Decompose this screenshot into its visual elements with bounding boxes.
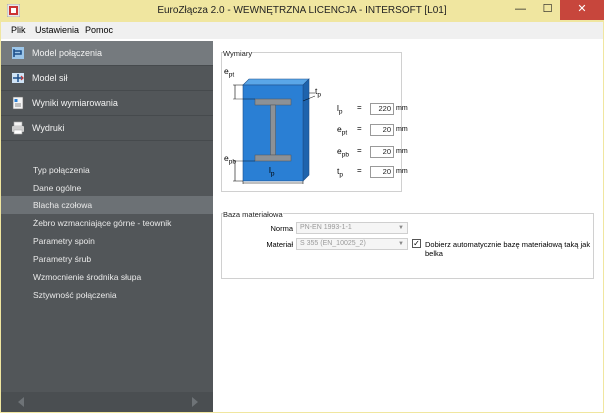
material-select[interactable]: S 355 (EN_10025_2) ▼	[296, 238, 408, 250]
ept-label: ept	[337, 124, 348, 137]
sidebar-subitem-label: Dane ogólne	[33, 183, 82, 193]
sidebar-item-label: Model połączenia	[32, 48, 103, 58]
sidebar-subitem-zebro[interactable]: Żebro wzmacniające górne - teownik	[1, 214, 213, 232]
tp-diagram-label: tp	[315, 86, 321, 99]
equals-sign: =	[357, 103, 362, 112]
main-panel: Wymiary ept epb tp lp lp = 220 mm ept = …	[213, 41, 603, 412]
sidebar-item-model-polaczenia[interactable]: Model połączenia	[1, 41, 213, 65]
equals-sign: =	[357, 124, 362, 133]
tp-unit: mm	[396, 168, 408, 175]
dimensions-group-label: Wymiary	[223, 49, 253, 58]
epb-diagram-label: epb	[224, 153, 236, 166]
lp-diagram-label: lp	[269, 165, 275, 178]
sidebar-subitem-typ-polaczenia[interactable]: Typ połączenia	[1, 161, 213, 179]
epb-label: epb	[337, 146, 349, 159]
menu-pomoc[interactable]: Pomoc	[85, 25, 113, 35]
norma-value: PN-EN 1993-1-1	[300, 224, 352, 231]
arrow-right-icon[interactable]	[189, 396, 201, 408]
sidebar-subitem-label: Blacha czołowa	[33, 200, 93, 210]
forces-model-icon	[12, 73, 24, 83]
sidebar-subitem-dane-ogolne[interactable]: Dane ogólne	[1, 179, 213, 197]
results-icon	[12, 96, 24, 110]
sidebar-item-label: Model sił	[32, 73, 68, 83]
sidebar-subitem-parametry-srub[interactable]: Parametry śrub	[1, 250, 213, 268]
sidebar-item-label: Wydruki	[32, 123, 65, 133]
sidebar-nav-bar	[1, 392, 213, 412]
sidebar-item-wyniki[interactable]: Wyniki wymiarowania	[1, 91, 213, 115]
tp-input[interactable]: 20	[370, 166, 394, 178]
lp-unit: mm	[396, 105, 408, 112]
sidebar-item-label: Wyniki wymiarowania	[32, 98, 118, 108]
equals-sign: =	[357, 166, 362, 175]
auto-material-checkbox[interactable]: ✓	[412, 239, 421, 248]
sidebar-subitem-label: Typ połączenia	[33, 165, 90, 175]
title-bar[interactable]: EuroZłącza 2.0 - WEWNĘTRZNA LICENCJA - I…	[0, 0, 604, 22]
divider	[1, 140, 213, 141]
ept-input[interactable]: 20	[370, 124, 394, 136]
client-area: Plik Ustawienia Pomoc Model połączenia M…	[1, 22, 603, 412]
sidebar: Model połączenia Model sił Wyniki wymiar	[1, 41, 213, 412]
chevron-down-icon: ▼	[398, 241, 404, 247]
equals-sign: =	[357, 146, 362, 155]
sidebar-item-wydruki[interactable]: Wydruki	[1, 116, 213, 140]
minimize-button[interactable]: —	[507, 0, 534, 20]
material-value: S 355 (EN_10025_2)	[300, 240, 366, 247]
epb-input[interactable]: 20	[370, 146, 394, 158]
material-group-label: Baza materiałowa	[223, 210, 283, 219]
menu-bar: Plik Ustawienia Pomoc	[1, 22, 603, 39]
lp-input[interactable]: 220	[370, 103, 394, 115]
lp-label: lp	[337, 103, 343, 116]
ept-diagram-label: ept	[224, 66, 235, 79]
sidebar-subitem-label: Żebro wzmacniające górne - teownik	[33, 218, 172, 228]
sidebar-subitem-label: Sztywność połączenia	[33, 290, 117, 300]
tp-label: tp	[337, 166, 343, 179]
menu-ustawienia[interactable]: Ustawienia	[35, 25, 79, 35]
norma-label: Norma	[270, 224, 293, 233]
printer-icon	[12, 121, 24, 135]
material-label: Materiał	[266, 240, 293, 249]
sidebar-item-model-sil[interactable]: Model sił	[1, 66, 213, 90]
epb-unit: mm	[396, 148, 408, 155]
sidebar-subitem-label: Wzmocnienie środnika słupa	[33, 272, 142, 282]
sidebar-subitem-label: Parametry spoin	[33, 236, 95, 246]
menu-plik[interactable]: Plik	[11, 25, 26, 35]
sidebar-subitem-sztywnosc[interactable]: Sztywność połączenia	[1, 286, 213, 304]
sidebar-subitem-blacha-czolowa[interactable]: Blacha czołowa	[1, 196, 213, 214]
sidebar-subitem-wzmocnienie[interactable]: Wzmocnienie środnika słupa	[1, 268, 213, 286]
ept-unit: mm	[396, 126, 408, 133]
auto-material-checkbox-label: Dobierz automatycznie bazę materiałową t…	[425, 240, 591, 258]
norma-select[interactable]: PN-EN 1993-1-1 ▼	[296, 222, 408, 234]
close-button[interactable]: ✕	[560, 0, 604, 20]
app-window: EuroZłącza 2.0 - WEWNĘTRZNA LICENCJA - I…	[0, 0, 604, 413]
chevron-down-icon: ▼	[398, 225, 404, 231]
sidebar-subitem-parametry-spoin[interactable]: Parametry spoin	[1, 232, 213, 250]
sidebar-subitem-label: Parametry śrub	[33, 254, 92, 264]
connection-model-icon	[12, 47, 24, 59]
maximize-button[interactable]: ☐	[534, 0, 561, 20]
arrow-left-icon[interactable]	[15, 396, 27, 408]
